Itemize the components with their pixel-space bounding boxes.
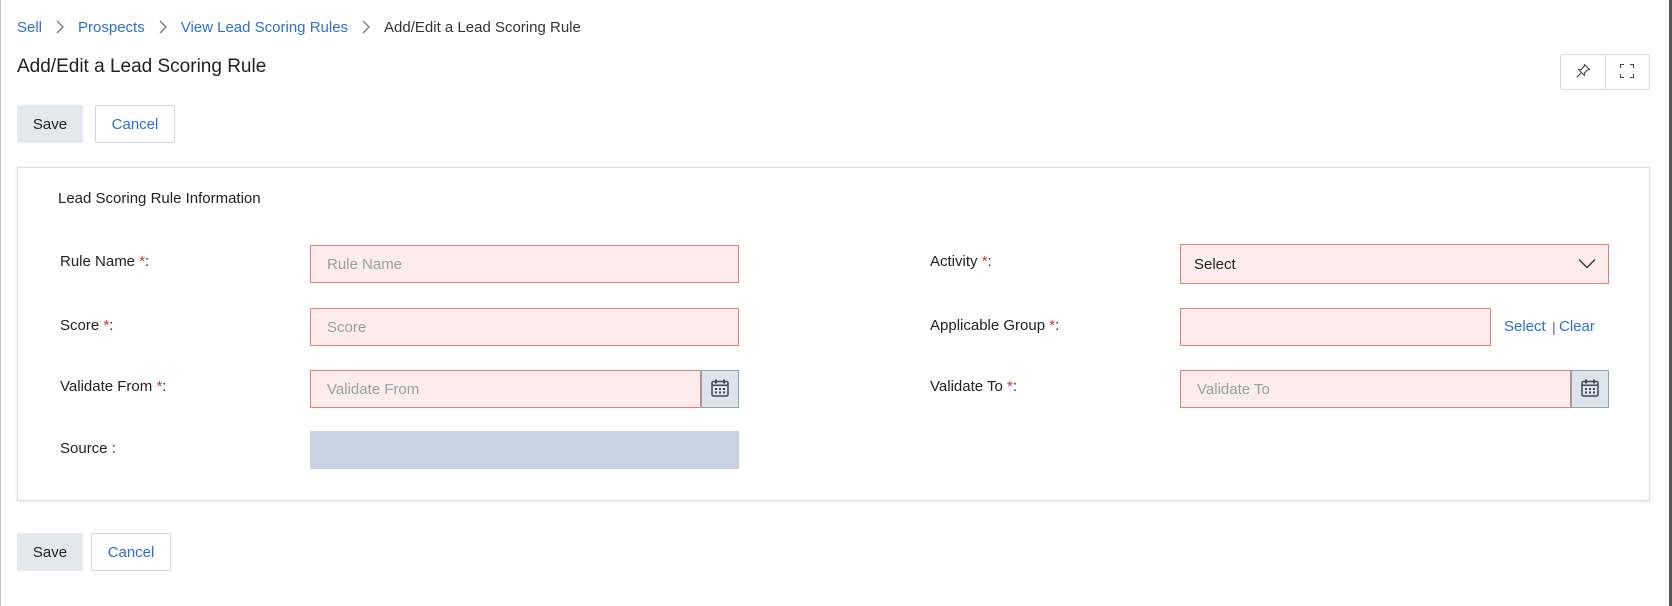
validate-to-calendar-button[interactable] — [1571, 370, 1609, 408]
rule-name-input[interactable] — [310, 245, 739, 283]
save-button-bottom[interactable]: Save — [17, 533, 83, 571]
breadcrumb: Sell Prospects View Lead Scoring Rules A… — [17, 17, 581, 37]
chevron-down-icon — [1578, 256, 1596, 273]
window-tools — [1560, 54, 1650, 90]
calendar-icon — [710, 378, 730, 401]
window-left-border — [0, 0, 1, 606]
lead-scoring-rule-panel: Lead Scoring Rule Information Rule Name … — [17, 167, 1650, 501]
pin-button[interactable] — [1561, 55, 1605, 89]
applicable-group-label: Applicable Group *: — [930, 317, 1060, 334]
score-input[interactable] — [310, 308, 739, 346]
cancel-button-bottom[interactable]: Cancel — [91, 533, 171, 571]
chevron-right-icon — [159, 20, 167, 34]
breadcrumb-link-view-lead-scoring-rules[interactable]: View Lead Scoring Rules — [181, 19, 348, 36]
breadcrumb-link-prospects[interactable]: Prospects — [78, 19, 145, 36]
page-title: Add/Edit a Lead Scoring Rule — [17, 56, 267, 77]
breadcrumb-current: Add/Edit a Lead Scoring Rule — [384, 18, 581, 36]
link-divider: | — [1552, 319, 1556, 335]
activity-selected-value: Select — [1194, 255, 1236, 273]
section-title: Lead Scoring Rule Information — [58, 190, 261, 207]
score-label: Score *: — [60, 317, 114, 334]
cancel-button-top[interactable]: Cancel — [95, 105, 175, 143]
pin-icon — [1575, 63, 1591, 82]
fullscreen-button[interactable] — [1604, 55, 1649, 89]
applicable-group-clear-link[interactable]: Clear — [1559, 318, 1595, 335]
validate-to-input[interactable] — [1180, 370, 1571, 408]
source-input-disabled — [310, 431, 739, 469]
chevron-right-icon — [56, 20, 64, 34]
validate-from-label: Validate From *: — [60, 378, 167, 395]
applicable-group-input[interactable] — [1180, 308, 1491, 346]
chevron-right-icon — [362, 20, 370, 34]
calendar-icon — [1580, 378, 1600, 401]
breadcrumb-link-sell[interactable]: Sell — [17, 19, 42, 36]
validate-from-calendar-button[interactable] — [701, 370, 739, 408]
validate-from-input[interactable] — [310, 370, 701, 408]
activity-select[interactable]: Select — [1180, 244, 1609, 284]
validate-to-label: Validate To *: — [930, 378, 1018, 395]
activity-label: Activity *: — [930, 253, 992, 270]
fullscreen-icon — [1619, 63, 1635, 82]
source-label: Source : — [60, 440, 116, 457]
applicable-group-select-link[interactable]: Select — [1504, 318, 1546, 335]
rule-name-label: Rule Name *: — [60, 253, 150, 270]
save-button-top[interactable]: Save — [17, 105, 83, 143]
